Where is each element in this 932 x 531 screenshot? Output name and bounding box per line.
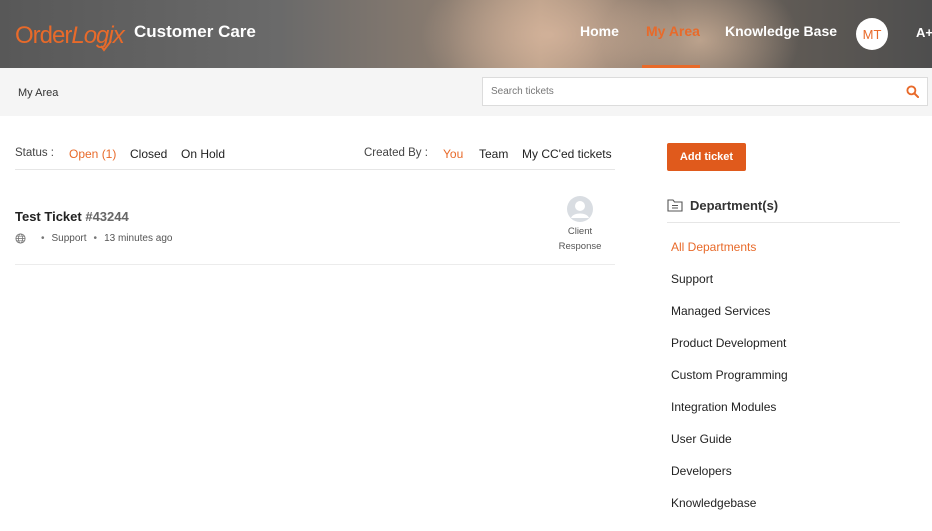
departments-title: Department(s) [690, 198, 779, 213]
ticket-title[interactable]: Test Ticket #43244 [15, 209, 129, 224]
ticket-department: Support [51, 233, 87, 244]
logo-checkmark-icon [99, 40, 112, 52]
ticket-meta: • Support • 13 minutes ago [15, 233, 172, 244]
status-filter-open[interactable]: Open (1) [69, 147, 116, 161]
departments-header: Department(s) [667, 197, 900, 223]
nav-my-area[interactable]: My Area [646, 23, 700, 39]
ticket-filters: Status : Open (1) Closed On Hold Created… [15, 146, 615, 170]
department-item-support[interactable]: Support [671, 272, 788, 304]
ticket-status-line-1: Client [567, 226, 593, 237]
department-list: All Departments Support Managed Services… [671, 240, 788, 528]
ticket-status: Client Response [554, 196, 606, 254]
sub-bar: My Area [0, 68, 932, 116]
department-item-managed-services[interactable]: Managed Services [671, 304, 788, 336]
department-item-custom-programming[interactable]: Custom Programming [671, 368, 788, 400]
logo-text-logix: Logix [71, 22, 124, 49]
ticket-row[interactable]: Test Ticket #43244 • Support • 13 minute… [15, 192, 615, 265]
ticket-subject[interactable]: Test Ticket [15, 209, 82, 224]
search-box [482, 77, 928, 106]
app-title: Customer Care [134, 22, 256, 41]
nav-home[interactable]: Home [580, 23, 619, 39]
created-by-label: Created By : [364, 147, 428, 159]
user-avatar-icon [567, 196, 593, 222]
ticket-status-line-2: Response [558, 241, 602, 252]
add-ticket-button[interactable]: Add ticket [667, 143, 746, 171]
created-by-you[interactable]: You [443, 147, 463, 161]
user-avatar[interactable]: MT [856, 18, 888, 50]
status-filter-closed[interactable]: Closed [130, 147, 167, 161]
top-header: Order Logix Customer Care Home My Area Kn… [0, 0, 932, 68]
department-item-all[interactable]: All Departments [671, 240, 788, 272]
orderlogix-logo[interactable]: Order Logix [15, 14, 125, 52]
search-input[interactable] [483, 78, 893, 105]
meta-separator: • [93, 233, 98, 244]
ticket-time: 13 minutes ago [104, 233, 173, 244]
ticket-status-label: Client Response [554, 224, 606, 254]
department-item-developers[interactable]: Developers [671, 464, 788, 496]
meta-separator: • [41, 233, 45, 244]
status-filter-label: Status : [15, 147, 54, 159]
department-item-integration-modules[interactable]: Integration Modules [671, 400, 788, 432]
department-item-user-guide[interactable]: User Guide [671, 432, 788, 464]
created-by-cced[interactable]: My CC'ed tickets [522, 147, 612, 161]
font-size-toggle[interactable]: A+ [916, 25, 932, 40]
created-by-team[interactable]: Team [479, 147, 508, 161]
breadcrumb: My Area [18, 87, 59, 99]
ticket-id[interactable]: #43244 [85, 209, 128, 224]
folder-icon [667, 199, 683, 212]
nav-knowledge-base[interactable]: Knowledge Base [725, 23, 837, 39]
department-item-product-development[interactable]: Product Development [671, 336, 788, 368]
globe-icon [15, 233, 26, 244]
status-filter-on-hold[interactable]: On Hold [181, 147, 225, 161]
department-item-knowledgebase[interactable]: Knowledgebase [671, 496, 788, 528]
logo-text-order: Order [15, 22, 72, 49]
search-icon[interactable] [906, 85, 919, 98]
